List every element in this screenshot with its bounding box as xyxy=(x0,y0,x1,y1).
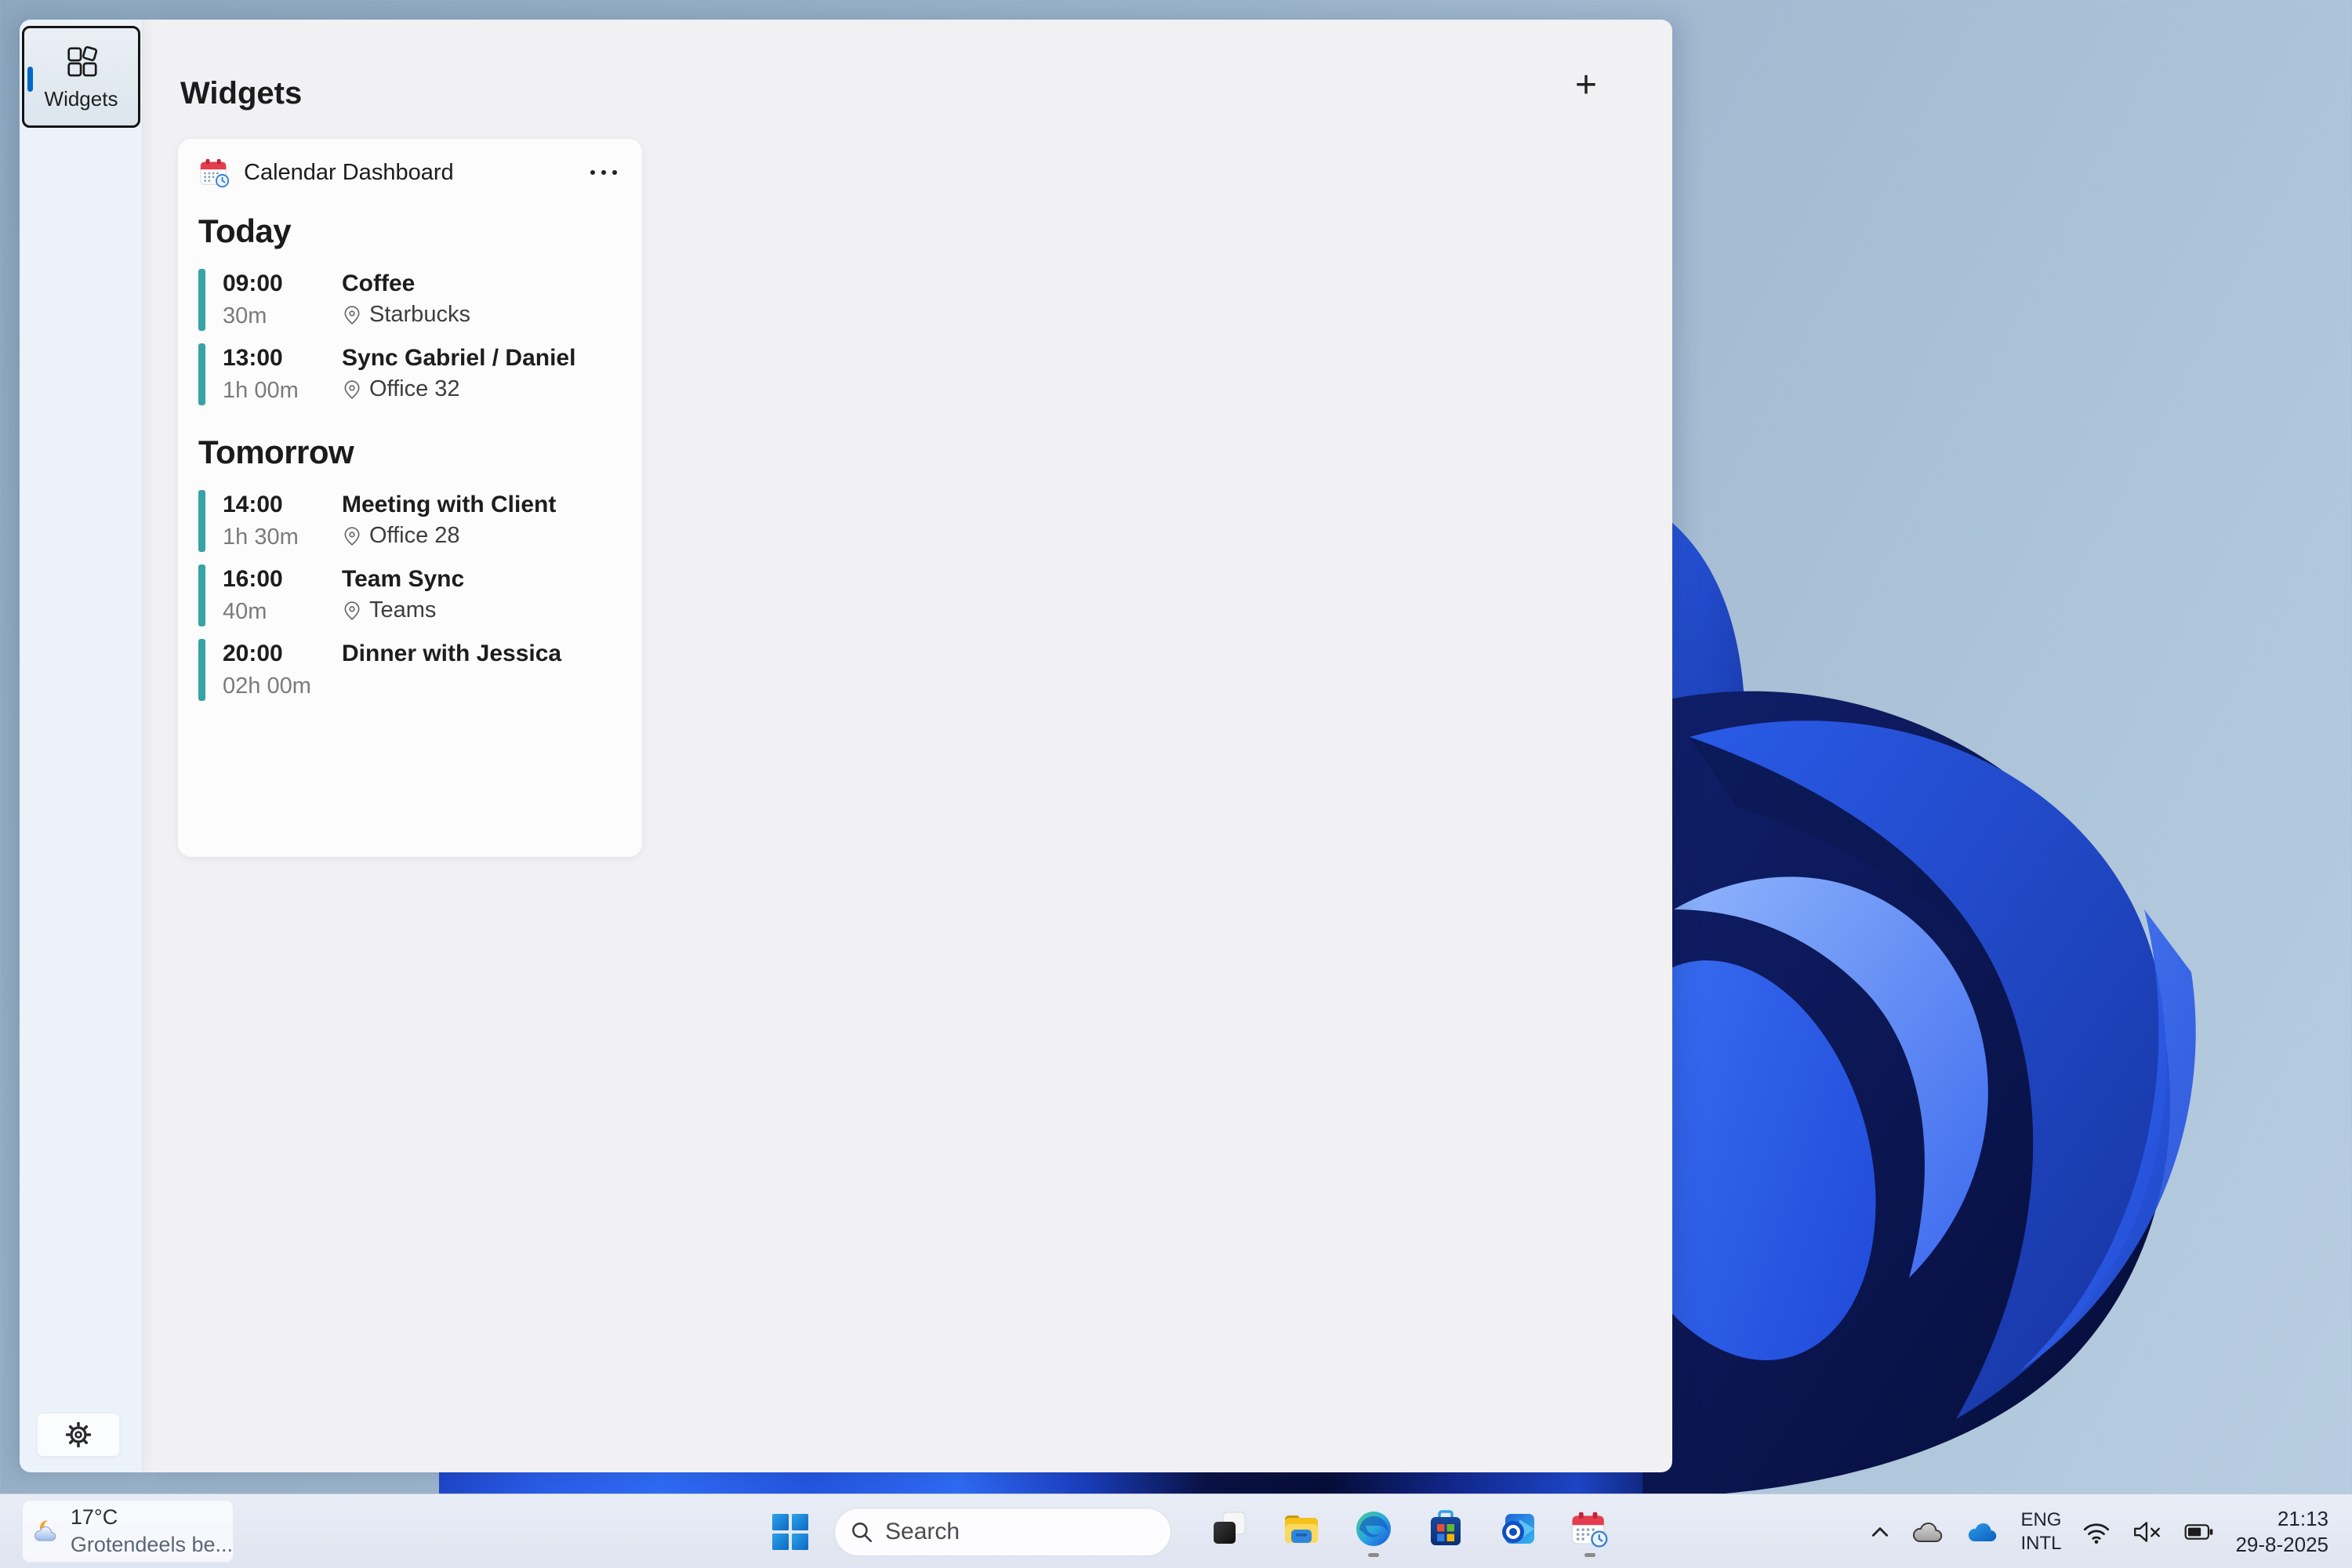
sidebar-widgets-label: Widgets xyxy=(45,87,118,111)
event-time: 14:00 xyxy=(223,492,342,518)
event-color-bar xyxy=(198,490,205,552)
add-widget-button[interactable]: + xyxy=(1563,64,1610,111)
taskbar-edge-button[interactable] xyxy=(1353,1504,1394,1560)
widget-title: Calendar Dashboard xyxy=(244,160,454,186)
sidebar-item-widgets[interactable]: Widgets xyxy=(22,26,140,128)
taskbar-store-button[interactable] xyxy=(1425,1504,1466,1560)
search-input[interactable]: Search xyxy=(834,1508,1171,1556)
event-time: 16:00 xyxy=(223,566,342,593)
taskbar-outlook-button[interactable] xyxy=(1497,1504,1538,1560)
event-duration: 1h 00m xyxy=(223,378,342,404)
task-view-icon xyxy=(1209,1508,1250,1549)
tray-wifi-icon[interactable] xyxy=(2082,1519,2111,1544)
location-pin-icon xyxy=(342,379,362,400)
event-color-bar xyxy=(198,343,205,405)
event-title: Dinner with Jessica xyxy=(342,641,561,667)
event-location: Starbucks xyxy=(369,302,470,328)
event-row[interactable]: 13:00 1h 00m Sync Gabriel / Daniel Offic… xyxy=(198,343,620,405)
weather-temperature: 17°C xyxy=(71,1505,233,1530)
event-duration: 40m xyxy=(223,599,342,625)
event-title: Meeting with Client xyxy=(342,492,556,518)
clock-time: 21:13 xyxy=(2235,1506,2328,1532)
widgets-settings-button[interactable] xyxy=(37,1413,120,1457)
tray-chevron-up-icon[interactable] xyxy=(1870,1524,1890,1540)
tray-onedrive-icon[interactable] xyxy=(1965,1519,2000,1545)
section-heading-today: Today xyxy=(198,212,620,250)
event-color-bar xyxy=(198,269,205,331)
event-title: Coffee xyxy=(342,270,470,297)
location-pin-icon xyxy=(342,305,362,325)
event-row[interactable]: 09:00 30m Coffee Starbucks xyxy=(198,269,620,331)
outlook-icon xyxy=(1497,1508,1538,1549)
event-time: 13:00 xyxy=(223,345,342,372)
event-time: 09:00 xyxy=(223,270,342,297)
tray-volume-muted-icon[interactable] xyxy=(2132,1519,2163,1544)
event-row[interactable]: 14:00 1h 30m Meeting with Client Office … xyxy=(198,490,620,552)
wallpaper-bloom-flower xyxy=(1642,470,2352,1497)
event-title: Sync Gabriel / Daniel xyxy=(342,345,575,372)
taskbar: 17°C Grotendeels be... Search xyxy=(0,1494,2352,1568)
taskbar-file-explorer-button[interactable] xyxy=(1281,1504,1322,1560)
taskbar-calendar-app-button[interactable] xyxy=(1570,1504,1610,1560)
event-time: 20:00 xyxy=(223,641,342,667)
running-indicator xyxy=(1368,1553,1379,1557)
widget-more-button[interactable] xyxy=(587,162,620,183)
weather-condition: Grotendeels be... xyxy=(71,1533,233,1557)
search-icon xyxy=(849,1519,874,1544)
widgets-board: Widgets + Calendar Dashboard Today xyxy=(143,20,1672,1472)
tray-clock[interactable]: 21:13 29-8-2025 xyxy=(2235,1506,2328,1558)
language-line2: INTL xyxy=(2020,1532,2061,1555)
windows-start-icon xyxy=(770,1512,811,1552)
edge-icon xyxy=(1353,1508,1394,1549)
calendar-dashboard-widget: Calendar Dashboard Today 09:00 30m Coffe… xyxy=(177,138,643,858)
event-title: Team Sync xyxy=(342,566,464,593)
microsoft-store-icon xyxy=(1425,1508,1466,1549)
start-button[interactable] xyxy=(768,1510,812,1554)
clock-date: 29-8-2025 xyxy=(2235,1532,2328,1558)
event-row[interactable]: 20:00 02h 00m Dinner with Jessica xyxy=(198,639,620,701)
moon-cloud-icon xyxy=(32,1510,60,1552)
running-indicator xyxy=(1584,1553,1595,1557)
taskbar-weather-widget[interactable]: 17°C Grotendeels be... xyxy=(22,1500,234,1563)
event-duration: 30m xyxy=(223,303,342,329)
calendar-clock-icon xyxy=(198,156,231,189)
tray-language-indicator[interactable]: ENG INTL xyxy=(2020,1508,2061,1555)
event-color-bar xyxy=(198,564,205,626)
gear-icon xyxy=(64,1421,93,1449)
calendar-clock-icon xyxy=(1570,1508,1610,1549)
file-explorer-icon xyxy=(1281,1508,1322,1549)
selected-accent-bar xyxy=(27,67,33,92)
event-location: Teams xyxy=(369,597,436,623)
widgets-sidebar: Widgets xyxy=(20,20,143,1472)
search-placeholder: Search xyxy=(885,1519,960,1545)
event-location: Office 28 xyxy=(369,523,460,549)
taskbar-task-view-button[interactable] xyxy=(1209,1504,1250,1560)
location-pin-icon xyxy=(342,526,362,546)
page-title: Widgets xyxy=(180,76,302,111)
section-heading-tomorrow: Tomorrow xyxy=(198,434,620,471)
language-line1: ENG xyxy=(2020,1508,2061,1532)
event-duration: 02h 00m xyxy=(223,673,342,699)
event-color-bar xyxy=(198,639,205,701)
event-duration: 1h 30m xyxy=(223,524,342,550)
widgets-grid-icon xyxy=(64,43,100,79)
tray-battery-icon[interactable] xyxy=(2183,1522,2215,1542)
location-pin-icon xyxy=(342,601,362,621)
event-row[interactable]: 16:00 40m Team Sync Teams xyxy=(198,564,620,626)
event-location: Office 32 xyxy=(369,376,460,402)
tray-cloud-icon[interactable] xyxy=(1911,1519,1945,1545)
